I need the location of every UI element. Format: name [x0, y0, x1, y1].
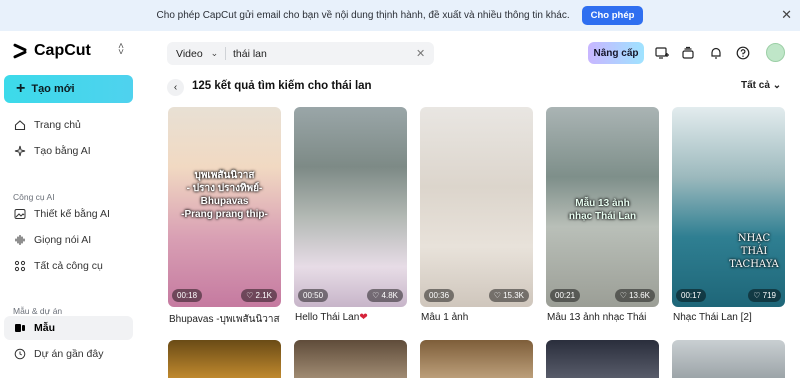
create-new-button[interactable]: + Tạo mới	[4, 75, 133, 103]
sidebar-item-label: Trang chủ	[34, 119, 81, 131]
sidebar: CapCut ˄ ˅ + Tạo mới Trang chủ Tạo bằng A…	[0, 31, 148, 378]
upgrade-button[interactable]: Nâng cấp	[588, 42, 644, 64]
likes-badge: ♡ 4.8K	[367, 289, 403, 302]
capcut-logo-icon	[12, 44, 29, 58]
sidebar-item-label: Thiết kế bằng AI	[34, 208, 110, 220]
card-overlay-text: บุพเพสันนิวาส - ปราง ปรางทิพย์- Bhupavas…	[181, 170, 268, 220]
waveform-icon	[14, 234, 26, 246]
sidebar-item-recent-projects[interactable]: Dự án gần đây	[4, 342, 133, 366]
sidebar-item-label: Giọng nói AI	[34, 234, 92, 246]
export-screen-icon[interactable]	[654, 45, 670, 61]
sidebar-item-templates[interactable]: Mẫu	[4, 316, 133, 340]
sidebar-item-ai-design[interactable]: Thiết kế bằng AI	[4, 202, 133, 226]
template-card[interactable]: 00:50 ♡ 4.8K	[294, 107, 407, 307]
filter-label: Tất cả	[741, 80, 770, 91]
brand-name: CapCut	[34, 42, 91, 59]
sidebar-item-label: Tất cả công cụ	[34, 260, 103, 272]
duration-badge: 00:36	[424, 289, 455, 302]
card-title[interactable]: Bhupavas -บุพเพสันนิวาส	[169, 312, 289, 327]
clear-search-icon[interactable]: ✕	[416, 47, 434, 60]
capcut-logo[interactable]: CapCut	[12, 42, 91, 60]
template-card[interactable]	[294, 340, 407, 378]
likes-badge: ♡ 719	[748, 289, 781, 302]
help-icon[interactable]	[735, 45, 751, 61]
sidebar-item-label: Tạo bằng AI	[34, 145, 91, 157]
template-card[interactable]: Mẫu 13 ảnh nhạc Thái Lan 00:21 ♡ 13.6K	[546, 107, 659, 307]
create-new-label: Tạo mới	[31, 83, 75, 95]
card-overlay-text: NHẠC THÁI TACHAYA	[729, 233, 779, 270]
notification-banner: Cho phép CapCut gửi email cho bạn về nội…	[0, 0, 800, 31]
stack-icon[interactable]	[680, 45, 696, 61]
duration-badge: 00:21	[550, 289, 581, 302]
likes-badge: ♡ 15.3K	[488, 289, 529, 302]
avatar[interactable]	[766, 43, 785, 62]
plus-icon: +	[16, 80, 26, 97]
sidebar-item-ai-create[interactable]: Tạo bằng AI	[4, 139, 133, 163]
template-card[interactable]: 00:36 ♡ 15.3K	[420, 107, 533, 307]
heart-icon: ❤	[359, 312, 368, 323]
card-title[interactable]: Mẫu 13 ảnh nhạc Thái	[547, 312, 667, 323]
clock-icon	[14, 348, 26, 360]
template-icon	[14, 322, 26, 334]
search-type-select[interactable]: Video ⌄	[167, 48, 225, 60]
sidebar-item-all-tools[interactable]: Tất cả công cụ	[4, 254, 133, 278]
search-input[interactable]: thái lan	[226, 48, 416, 60]
duration-badge: 00:18	[172, 289, 203, 302]
template-card[interactable]	[168, 340, 281, 378]
search-type-label: Video	[176, 47, 203, 60]
duration-badge: 00:17	[676, 289, 707, 302]
card-title[interactable]: Hello Thái Lan❤	[295, 312, 415, 323]
card-title[interactable]: Nhạc Thái Lan [2]	[673, 312, 793, 323]
banner-message: Cho phép CapCut gửi email cho bạn về nội…	[156, 10, 570, 21]
likes-badge: ♡ 13.6K	[614, 289, 655, 302]
template-card[interactable]: บุพเพสันนิวาส - ปราง ปรางทิพย์- Bhupavas…	[168, 107, 281, 307]
section-templates-projects: Mẫu & dự án	[13, 306, 63, 316]
chevron-down-icon: ⌄	[772, 80, 782, 91]
likes-badge: ♡ 2.1K	[241, 289, 277, 302]
template-card[interactable]	[546, 340, 659, 378]
workspace-switch-icon[interactable]: ˄ ˅	[116, 42, 126, 58]
card-title[interactable]: Mẫu 1 ảnh	[421, 312, 541, 323]
sparkle-icon	[14, 145, 26, 157]
sidebar-item-ai-voice[interactable]: Giọng nói AI	[4, 228, 133, 252]
close-icon[interactable]: ✕	[781, 8, 792, 22]
chevron-down-icon: ⌄	[210, 48, 219, 58]
grid-icon	[14, 260, 26, 272]
duration-badge: 00:50	[298, 289, 329, 302]
filter-dropdown[interactable]: Tất cả ⌄	[741, 80, 781, 91]
search-bar: Video ⌄ thái lan ✕	[167, 42, 434, 65]
template-card[interactable]: NHẠC THÁI TACHAYA 00:17 ♡ 719	[672, 107, 785, 307]
bell-icon[interactable]	[708, 45, 724, 61]
template-card[interactable]	[420, 340, 533, 378]
allow-button[interactable]: Cho phép	[581, 6, 644, 25]
results-title: 125 kết quả tìm kiếm cho thái lan	[192, 80, 372, 92]
sidebar-item-label: Dự án gần đây	[34, 348, 104, 360]
card-overlay-text: Mẫu 13 ảnh nhạc Thái Lan	[568, 198, 637, 222]
sidebar-item-home[interactable]: Trang chủ	[4, 113, 133, 137]
sidebar-item-label: Mẫu	[34, 322, 55, 334]
image-icon	[14, 208, 26, 220]
home-icon	[14, 119, 26, 131]
back-button[interactable]: ‹	[167, 79, 184, 96]
template-card[interactable]	[672, 340, 785, 378]
section-ai-tools: Công cụ AI	[13, 192, 55, 202]
